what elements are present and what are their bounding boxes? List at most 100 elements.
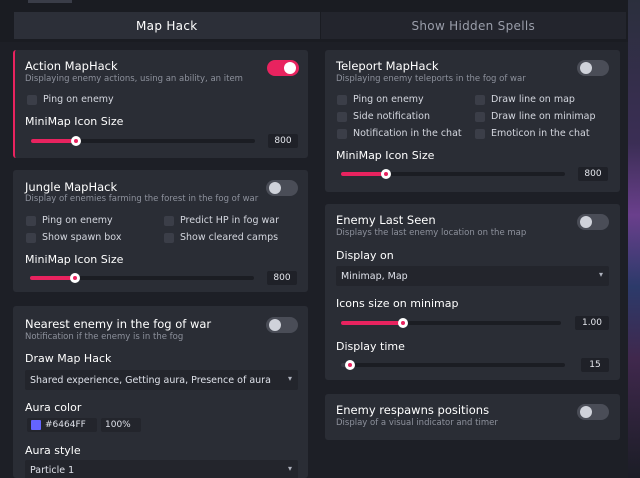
checkbox-label: Draw line on minimap — [491, 111, 596, 122]
teleport-draw-line-on-map-checkbox[interactable]: Draw line on map — [475, 94, 575, 105]
enemy-last-seen-title: Enemy Last Seen — [336, 213, 436, 227]
slider-thumb[interactable] — [344, 360, 355, 370]
action-minimap-icon-size-slider[interactable] — [31, 134, 255, 148]
action-maphack-title: Action MapHack — [25, 59, 118, 73]
checkbox-box — [337, 94, 347, 105]
enemy-respawns-title: Enemy respawns positions — [336, 403, 490, 417]
checkbox-box — [475, 111, 485, 122]
enemy-respawns-card: Enemy respawns positions Display of a vi… — [325, 394, 620, 440]
slider-thumb[interactable] — [380, 169, 391, 179]
tab-bar: Map Hack Show Hidden Spells — [14, 12, 626, 39]
checkbox-label: Predict HP in fog war — [180, 215, 280, 226]
teleport-minimap-icon-size-value[interactable]: 800 — [578, 167, 608, 181]
action-maphack-desc: Displaying enemy actions, using an abili… — [25, 74, 243, 84]
nearest-enemy-title: Nearest enemy in the fog of war — [25, 317, 212, 331]
checkbox-label: Notification in the chat — [353, 128, 462, 139]
checkbox-label: Ping on enemy — [43, 94, 114, 105]
enemy-last-seen-card: Enemy Last Seen Displays the last enemy … — [325, 204, 620, 380]
teleport-emoticon-in-chat-checkbox[interactable]: Emoticon in the chat — [475, 128, 590, 139]
action-maphack-card: Action MapHack Displaying enemy actions,… — [13, 50, 308, 158]
slider-fill — [31, 139, 76, 143]
checkbox-box — [26, 215, 36, 226]
draw-map-hack-dropdown[interactable]: Shared experience, Getting aura, Presenc… — [25, 370, 298, 390]
toggle-knob — [284, 62, 296, 74]
enemy-respawns-toggle[interactable] — [577, 404, 609, 420]
icons-size-on-minimap-slider[interactable] — [341, 316, 561, 330]
chevron-down-icon: ▾ — [598, 270, 603, 279]
nearest-enemy-card: Nearest enemy in the fog of war Notifica… — [13, 306, 308, 478]
enemy-last-seen-toggle[interactable] — [577, 214, 609, 230]
enemy-last-seen-desc: Displays the last enemy location on the … — [336, 228, 527, 238]
nearest-enemy-toggle[interactable] — [266, 317, 298, 333]
jungle-predict-hp-checkbox[interactable]: Predict HP in fog war — [164, 215, 279, 226]
slider-fill — [341, 172, 386, 176]
nearest-enemy-desc: Notification if the enemy is in the fog — [25, 332, 184, 342]
slider-thumb[interactable] — [397, 318, 408, 328]
action-minimap-icon-size-label: MiniMap Icon Size — [25, 115, 124, 128]
toggle-knob — [580, 216, 592, 228]
toggle-knob — [269, 319, 281, 331]
jungle-minimap-icon-size-value[interactable]: 800 — [267, 271, 297, 285]
teleport-minimap-icon-size-label: MiniMap Icon Size — [336, 149, 435, 162]
checkbox-label: Emoticon in the chat — [491, 128, 590, 139]
toggle-knob — [269, 182, 281, 194]
teleport-minimap-icon-size-slider[interactable] — [341, 167, 565, 181]
checkbox-box — [475, 94, 485, 105]
background-game-art — [628, 0, 640, 478]
teleport-notification-in-chat-checkbox[interactable]: Notification in the chat — [337, 128, 462, 139]
jungle-ping-on-enemy-checkbox[interactable]: Ping on enemy — [26, 215, 113, 226]
dropdown-value: Minimap, Map — [341, 270, 408, 282]
checkbox-label: Ping on enemy — [353, 94, 424, 105]
action-maphack-toggle[interactable] — [267, 60, 299, 76]
toggle-knob — [580, 406, 592, 418]
aura-opacity-field[interactable]: 100% — [101, 418, 141, 432]
teleport-maphack-toggle[interactable] — [577, 60, 609, 76]
teleport-maphack-title: Teleport MapHack — [336, 59, 439, 73]
jungle-maphack-toggle[interactable] — [266, 180, 298, 196]
jungle-maphack-card: Jungle MapHack Display of enemies farmin… — [13, 170, 308, 292]
top-bar: Map Hack Show Hidden Spells — [0, 0, 628, 42]
aura-opacity-value: 100% — [105, 420, 131, 430]
jungle-show-cleared-camps-checkbox[interactable]: Show cleared camps — [164, 232, 278, 243]
display-time-slider[interactable] — [341, 358, 565, 372]
checkbox-box — [26, 232, 36, 243]
teleport-maphack-card: Teleport MapHack Displaying enemy telepo… — [325, 50, 620, 192]
checkbox-box — [164, 215, 174, 226]
slider-fill — [30, 276, 75, 280]
action-minimap-icon-size-value[interactable]: 800 — [268, 134, 298, 148]
aura-color-picker[interactable]: #6464FF — [27, 418, 97, 432]
dropdown-value: Shared experience, Getting aura, Presenc… — [30, 374, 271, 386]
teleport-ping-on-enemy-checkbox[interactable]: Ping on enemy — [337, 94, 424, 105]
display-on-dropdown[interactable]: Minimap, Map ▾ — [336, 266, 609, 286]
top-bar-accent — [28, 0, 72, 3]
checkbox-label: Side notification — [353, 111, 430, 122]
tab-show-hidden-spells[interactable]: Show Hidden Spells — [319, 12, 626, 39]
tab-map-hack[interactable]: Map Hack — [14, 12, 320, 39]
jungle-maphack-title: Jungle MapHack — [25, 180, 118, 194]
checkbox-box — [27, 94, 37, 105]
jungle-minimap-icon-size-slider[interactable] — [30, 271, 254, 285]
aura-style-label: Aura style — [25, 444, 81, 457]
action-ping-on-enemy-checkbox[interactable]: Ping on enemy — [27, 94, 114, 105]
teleport-draw-line-on-minimap-checkbox[interactable]: Draw line on minimap — [475, 111, 596, 122]
slider-fill — [341, 321, 403, 325]
dropdown-value: Particle 1 — [30, 464, 75, 476]
aura-style-dropdown[interactable]: Particle 1 ▾ — [25, 460, 298, 478]
slider-track — [341, 363, 565, 367]
aura-color-label: Aura color — [25, 401, 82, 414]
display-time-label: Display time — [336, 340, 405, 353]
checkbox-label: Show cleared camps — [180, 232, 279, 243]
checkbox-box — [337, 128, 347, 139]
display-time-value[interactable]: 15 — [581, 358, 609, 372]
slider-thumb[interactable] — [69, 273, 80, 283]
icons-size-on-minimap-value[interactable]: 1.00 — [575, 316, 609, 330]
jungle-minimap-icon-size-label: MiniMap Icon Size — [25, 253, 124, 266]
checkbox-box — [337, 111, 347, 122]
slider-thumb[interactable] — [70, 136, 81, 146]
teleport-side-notification-checkbox[interactable]: Side notification — [337, 111, 430, 122]
jungle-show-spawn-box-checkbox[interactable]: Show spawn box — [26, 232, 121, 243]
display-on-label: Display on — [336, 249, 394, 262]
draw-map-hack-label: Draw Map Hack — [25, 352, 112, 365]
icons-size-on-minimap-label: Icons size on minimap — [336, 297, 459, 310]
teleport-maphack-desc: Displaying enemy teleports in the fog of… — [336, 74, 526, 84]
